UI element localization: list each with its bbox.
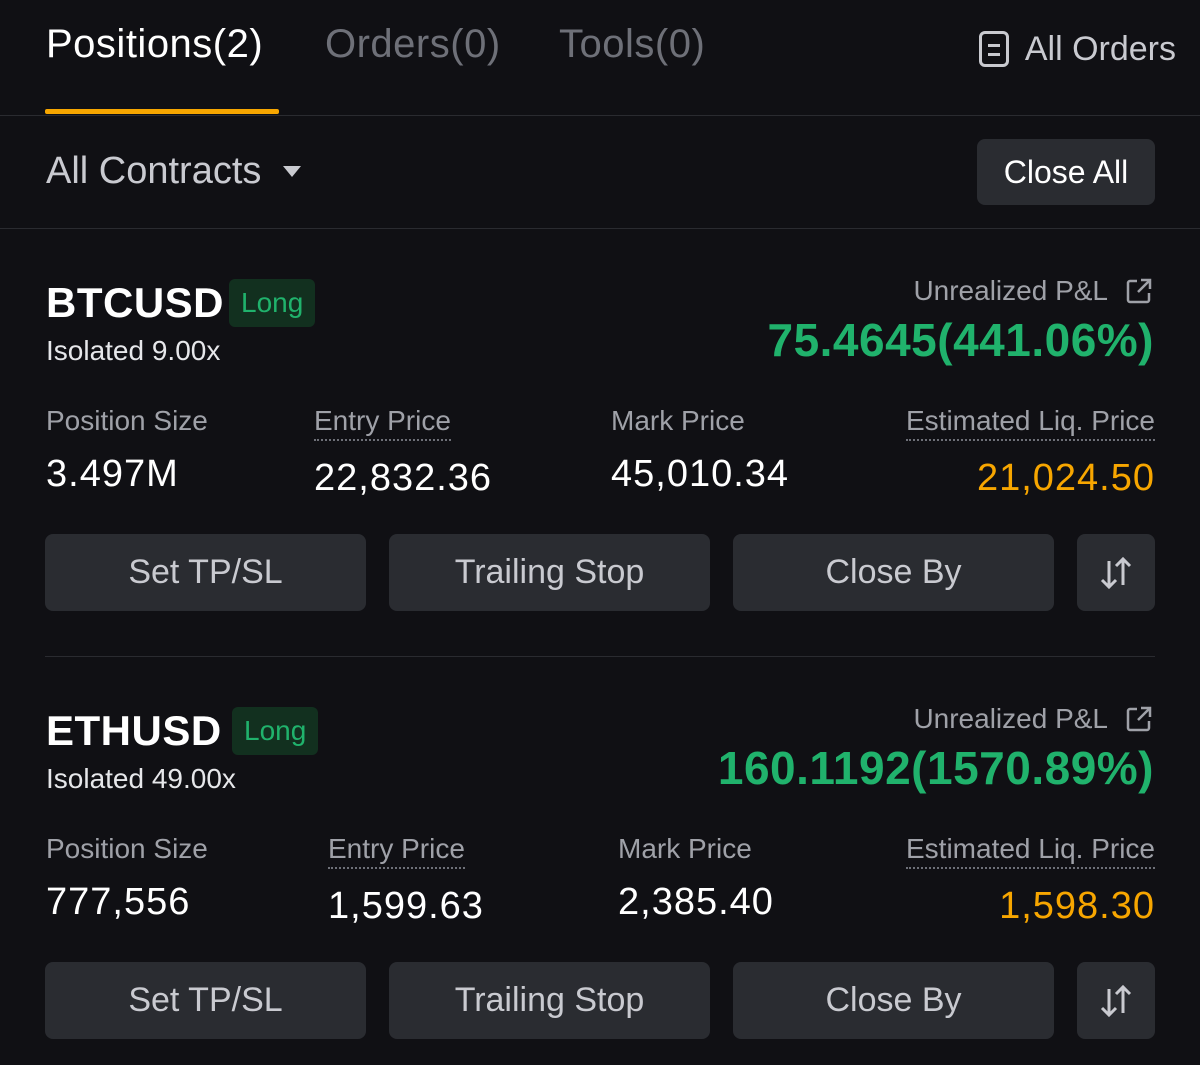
position-symbol[interactable]: ETHUSD <box>46 707 222 755</box>
position-card: BTCUSD Long Isolated 9.00x Unrealized P&… <box>0 245 1200 655</box>
trailing-stop-button[interactable]: Trailing Stop <box>389 962 710 1039</box>
close-by-button[interactable]: Close By <box>733 534 1054 611</box>
tab-orders[interactable]: Orders(0) <box>325 20 501 68</box>
contracts-dropdown[interactable]: All Contracts <box>46 150 302 193</box>
entry-price-value: 1,599.63 <box>328 885 484 927</box>
unrealized-pnl-label: Unrealized P&L <box>913 703 1108 734</box>
positions-panel: Positions(2) Orders(0) Tools(0) All Orde… <box>0 0 1200 1065</box>
position-size-label: Position Size <box>46 833 208 864</box>
position-symbol[interactable]: BTCUSD <box>46 279 224 327</box>
mark-price-value: 45,010.34 <box>611 453 790 495</box>
liq-price-label[interactable]: Estimated Liq. Price <box>906 833 1155 869</box>
liq-price-value: 21,024.50 <box>976 457 1155 499</box>
position-size-stat: Position Size 3.497M <box>46 405 208 496</box>
tab-positions[interactable]: Positions(2) <box>46 20 263 68</box>
unrealized-pnl-header: Unrealized P&L <box>913 275 1154 307</box>
position-card: ETHUSD Long Isolated 49.00x Unrealized P… <box>0 673 1200 1065</box>
mark-price-stat: Mark Price 2,385.40 <box>618 833 774 924</box>
reverse-position-button[interactable] <box>1077 534 1155 611</box>
position-size-value: 777,556 <box>46 881 191 923</box>
close-by-button[interactable]: Close By <box>733 962 1054 1039</box>
contracts-dropdown-label: All Contracts <box>46 150 262 192</box>
active-tab-indicator <box>45 109 279 114</box>
liq-price-label[interactable]: Estimated Liq. Price <box>906 405 1155 441</box>
unrealized-pnl-value: 160.1192(1570.89%) <box>717 742 1154 794</box>
unrealized-pnl-header: Unrealized P&L <box>913 703 1154 735</box>
mark-price-label: Mark Price <box>611 405 745 436</box>
position-side-badge: Long <box>232 707 319 755</box>
mark-price-label: Mark Price <box>618 833 752 864</box>
all-orders-label: All Orders <box>1024 29 1176 68</box>
filter-bar: All Contracts Close All <box>0 116 1200 229</box>
reverse-position-button[interactable] <box>1077 962 1155 1039</box>
unrealized-pnl-value: 75.4645(441.06%) <box>767 314 1154 366</box>
entry-price-stat: Entry Price 1,599.63 <box>328 833 484 928</box>
entry-price-label[interactable]: Entry Price <box>314 405 451 441</box>
tab-bar: Positions(2) Orders(0) Tools(0) All Orde… <box>0 0 1200 116</box>
mark-price-stat: Mark Price 45,010.34 <box>611 405 789 496</box>
mark-price-value: 2,385.40 <box>618 881 774 923</box>
liq-price-stat: Estimated Liq. Price 1,598.30 <box>906 833 1155 928</box>
share-icon[interactable] <box>1124 704 1154 734</box>
position-size-stat: Position Size 777,556 <box>46 833 208 924</box>
caret-down-icon <box>283 166 302 177</box>
tab-tools[interactable]: Tools(0) <box>559 20 705 68</box>
liq-price-value: 1,598.30 <box>999 885 1155 927</box>
liq-price-stat: Estimated Liq. Price 21,024.50 <box>906 405 1155 500</box>
unrealized-pnl-label: Unrealized P&L <box>913 275 1108 306</box>
position-size-value: 3.497M <box>46 453 179 495</box>
set-tpsl-button[interactable]: Set TP/SL <box>45 534 366 611</box>
position-divider <box>45 656 1155 657</box>
position-side-badge: Long <box>229 279 316 327</box>
close-all-button[interactable]: Close All <box>977 139 1155 205</box>
document-list-icon <box>978 31 1009 67</box>
entry-price-label[interactable]: Entry Price <box>328 833 465 869</box>
swap-arrows-icon <box>1100 556 1132 589</box>
share-icon[interactable] <box>1124 276 1154 306</box>
position-size-label: Position Size <box>46 405 208 436</box>
all-orders-link[interactable]: All Orders <box>978 28 1176 70</box>
margin-mode[interactable]: Isolated 9.00x <box>46 335 220 367</box>
entry-price-stat: Entry Price 22,832.36 <box>314 405 492 500</box>
margin-mode[interactable]: Isolated 49.00x <box>46 763 236 795</box>
entry-price-value: 22,832.36 <box>314 457 493 499</box>
swap-arrows-icon <box>1100 984 1132 1017</box>
set-tpsl-button[interactable]: Set TP/SL <box>45 962 366 1039</box>
trailing-stop-button[interactable]: Trailing Stop <box>389 534 710 611</box>
